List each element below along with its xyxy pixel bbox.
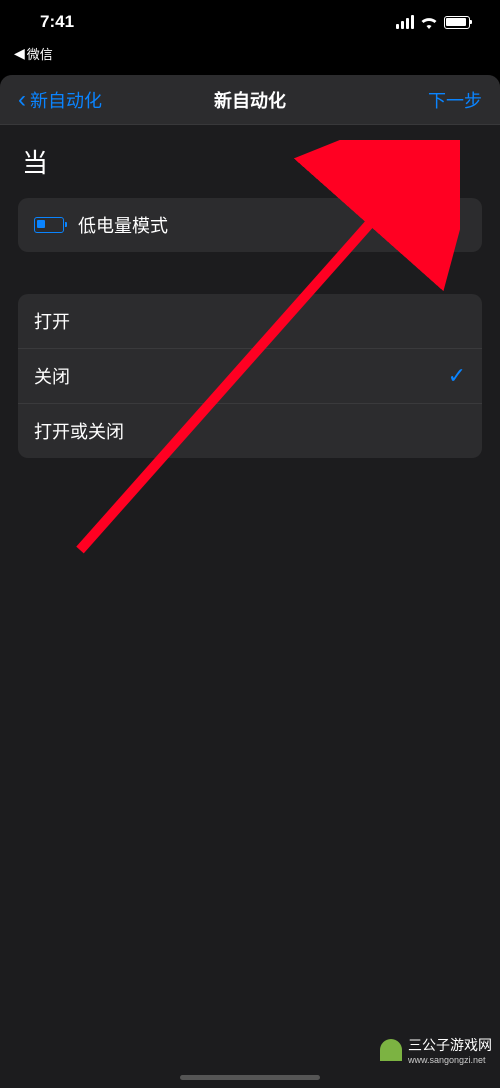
- status-icons: [396, 15, 470, 29]
- nav-next-button[interactable]: 下一步: [428, 87, 482, 113]
- battery-low-icon: [34, 217, 64, 233]
- nav-back-button[interactable]: ‹ 新自动化: [18, 87, 102, 113]
- option-label: 打开: [34, 308, 70, 334]
- nav-bar: ‹ 新自动化 新自动化 下一步: [0, 75, 500, 125]
- options-list: 打开 关闭 ✓ 打开或关闭: [18, 294, 482, 458]
- trigger-label: 低电量模式: [78, 212, 168, 238]
- home-indicator[interactable]: [180, 1075, 320, 1080]
- nav-back-label: 新自动化: [30, 87, 102, 113]
- content-area: 当 低电量模式 打开 关闭 ✓ 打开或关闭: [0, 125, 500, 476]
- wifi-icon: [420, 15, 438, 29]
- option-label: 关闭: [34, 363, 70, 389]
- trigger-list: 低电量模式: [18, 198, 482, 252]
- chevron-left-icon: ‹: [18, 88, 26, 112]
- status-bar: 7:41: [0, 0, 500, 44]
- watermark-url: www.sangongzi.net: [408, 1055, 492, 1065]
- chevron-left-icon: ◀: [14, 45, 25, 62]
- back-app-label: 微信: [27, 44, 53, 63]
- checkmark-icon: ✓: [448, 363, 466, 389]
- option-turn-off[interactable]: 关闭 ✓: [18, 349, 482, 404]
- option-turn-on[interactable]: 打开: [18, 294, 482, 349]
- watermark-brand: 三公子游戏网: [408, 1037, 492, 1053]
- trigger-low-power-mode: 低电量模式: [18, 198, 482, 252]
- modal-sheet: ‹ 新自动化 新自动化 下一步 当 低电量模式 打开 关闭 ✓ 打开或关闭: [0, 75, 500, 1088]
- watermark: 三公子游戏网 www.sangongzi.net: [380, 1035, 492, 1065]
- signal-icon: [396, 15, 414, 29]
- option-turn-on-or-off[interactable]: 打开或关闭: [18, 404, 482, 458]
- when-section-label: 当: [22, 143, 482, 180]
- back-to-app[interactable]: ◀ 微信: [0, 44, 500, 69]
- status-time: 7:41: [40, 12, 74, 32]
- option-label: 打开或关闭: [34, 418, 124, 444]
- battery-status-icon: [444, 16, 470, 29]
- watermark-logo-icon: [380, 1039, 402, 1061]
- nav-title: 新自动化: [214, 87, 286, 113]
